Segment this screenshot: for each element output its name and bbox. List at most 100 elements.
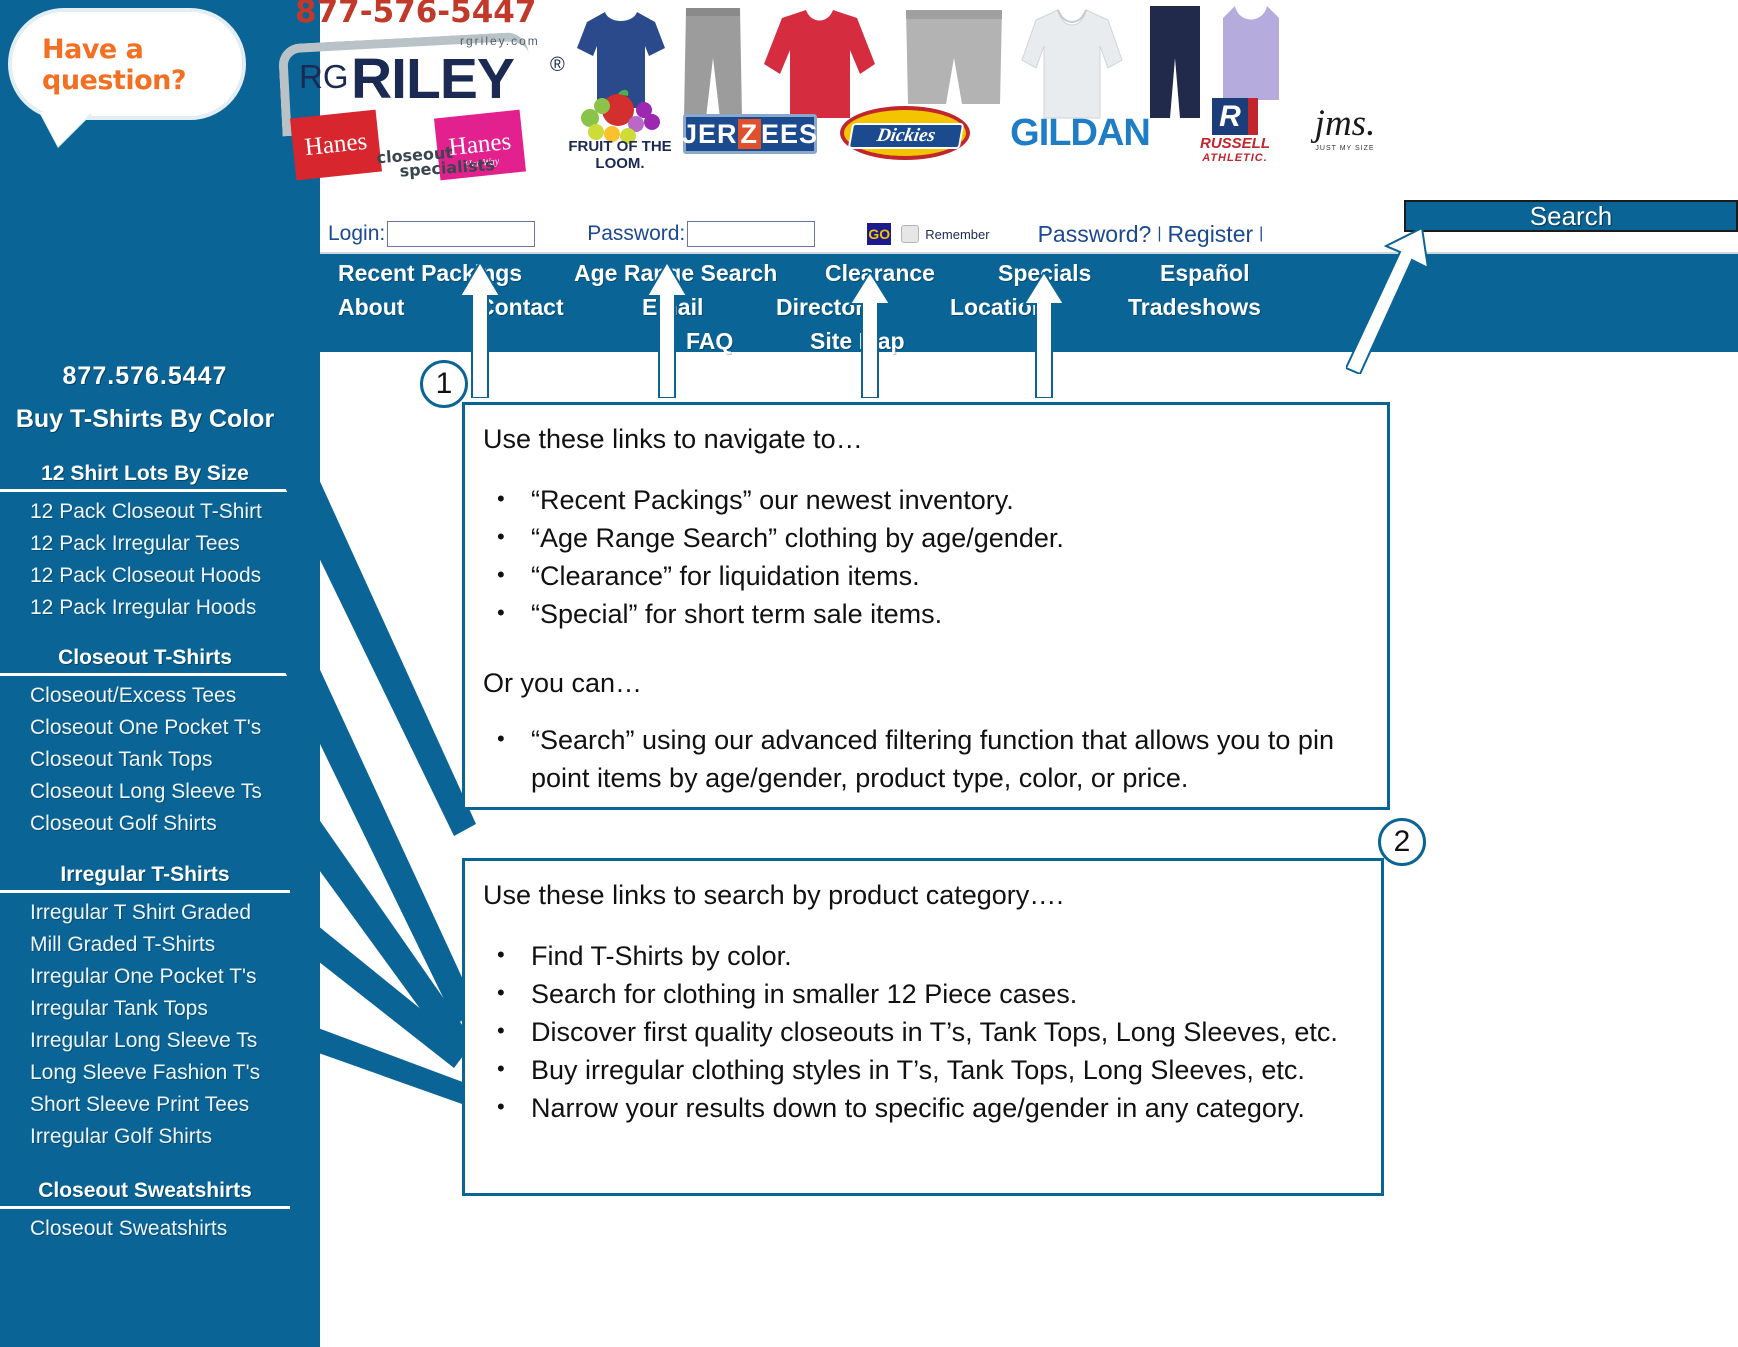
sidebar-link[interactable]: Closeout Long Sleeve Ts [0,776,290,808]
jerzees-label: JER Z EES [681,118,819,149]
speech-bubble-tail-icon [40,112,92,146]
callout-1-lead: Use these links to navigate to… [483,424,863,454]
go-button[interactable]: GO [867,223,892,245]
callout-box-2: Use these links to search by product cat… [462,858,1384,1196]
gildan-label: GILDAN [1010,111,1151,154]
login-label: Login: [328,222,386,245]
hanes-label: Hanes [303,127,369,162]
arrow-to-clearance [848,272,892,398]
sidebar-link[interactable]: 12 Pack Closeout T-Shirt [0,496,290,528]
sidebar-link[interactable]: Short Sleeve Print Tees [0,1089,290,1121]
hanes-logo: Hanes [289,109,383,181]
sidebar-link[interactable]: Closeout/Excess Tees [0,680,290,712]
register-link[interactable]: Register [1168,221,1254,248]
grey-sweatpants-image [680,6,746,121]
sidebar-link[interactable]: Closeout Sweatshirts [0,1213,290,1245]
just-my-size-logo: jms. JUST MY SIZE [1295,96,1395,158]
sidebar-group-heading: Irregular T-Shirts [0,863,290,893]
callout-1-bullet-list-2: “Search” using our advanced filtering fu… [483,720,1387,759]
dickies-logo: Dickies [840,106,970,160]
gildan-logo: GILDAN [990,112,1170,154]
arrow-to-search-button [1346,228,1430,374]
nav-link-faq[interactable]: FAQ [686,328,733,355]
logo-riley-text: RILEY [351,47,515,111]
sidebar-link[interactable]: 12 Pack Irregular Tees [0,528,290,560]
sidebar-link[interactable]: Closeout Golf Shirts [0,808,290,840]
sidebar-group-1: Closeout T-Shirts Closeout/Excess Tees Clo… [0,646,290,840]
callout-badge-2: 2 [1378,818,1426,866]
arrow-to-specials [1022,272,1066,398]
sidebar-group-3: Closeout Sweatshirts Closeout Sweatshirts [0,1179,290,1245]
sidebar-group-heading: Closeout Sweatshirts [0,1179,290,1209]
sidebar-link[interactable]: Long Sleeve Fashion T's [0,1057,290,1089]
callout-box-1: Use these links to navigate to… “Recent … [462,402,1390,810]
sidebar-link[interactable]: Mill Graded T-Shirts [0,929,290,961]
nav-link-español[interactable]: Español [1160,260,1249,287]
sidebar-link[interactable]: 12 Pack Irregular Hoods [0,592,290,624]
callout-1-bullet: “Recent Packings” our newest inventory. [483,480,1387,519]
dickies-label: Dickies [875,125,937,146]
sidebar-link[interactable]: Irregular Golf Shirts [0,1121,290,1153]
arrow-to-irregular-long-sleeve [280,1020,470,1110]
fruit-of-the-loom-logo: FRUIT OF THE LOOM. [560,88,680,172]
callout-2-bullet: Search for clothing in smaller 12 Piece … [483,974,1381,1013]
sidebar-phone-number: 877.576.5447 [62,362,228,390]
search-button[interactable]: Search [1404,200,1738,232]
white-hoodie-image [1020,4,1124,124]
login-separator-1: | [1157,225,1162,242]
callout-2-bullet: Buy irregular clothing styles in T’s, Ta… [483,1050,1381,1089]
have-a-question-bubble[interactable]: Have a question? [8,8,246,120]
dickies-inner-badge: Dickies [847,123,965,149]
callout-2-lead: Use these links to search by product cat… [483,880,1064,910]
sidebar-link[interactable]: 12 Pack Closeout Hoods [0,560,290,592]
have-question-line2: question? [42,65,187,96]
logo-rg-text: RG [299,58,349,95]
password-input[interactable] [687,221,816,247]
callout-1-bullet: “Age Range Search” clothing by age/gende… [483,518,1387,557]
remember-checkbox[interactable] [901,225,920,243]
registered-trademark-icon: ® [550,54,565,76]
callout-2-body: Use these links to search by product cat… [465,861,1381,1127]
russell-athletic-logo: R RUSSELL ATHLETIC. [1190,98,1280,164]
sidebar-group-heading: Closeout T-Shirts [0,646,290,676]
sidebar-group-0: 12 Shirt Lots By Size 12 Pack Closeout T-… [0,462,290,624]
callout-2-bullet-list: Find T-Shirts by color.Search for clothi… [483,936,1381,1127]
sidebar-link[interactable]: Irregular Tank Tops [0,993,290,1025]
sidebar-group-heading: 12 Shirt Lots By Size [0,462,290,492]
callout-1-lead-2: Or you can… [483,668,643,698]
have-question-line1: Have a [42,34,144,65]
callout-1-bullet: “Search” using our advanced filtering fu… [483,720,1387,759]
jerzees-logo: JER Z EES [681,114,819,154]
jms-label: jms. [1314,103,1376,144]
callout-badge-1: 1 [420,360,468,408]
russell-label-top: RUSSELL [1199,135,1270,152]
have-a-question-text: Have a question? [42,34,187,96]
rg-riley-logo[interactable]: rgriley.com RG RILEY ® Hanes Hanes Her W… [277,18,585,181]
sidebar-title-buy-tshirts-by-color[interactable]: Buy T-Shirts By Color [0,405,290,434]
fruit-of-the-loom-label: FRUIT OF THE LOOM. [568,138,672,172]
callout-1-bullet: “Special” for short term sale items. [483,594,1387,633]
sidebar-link[interactable]: Irregular Long Sleeve Ts [0,1025,290,1057]
callout-1-continuation: point items by age/gender, product type,… [531,763,1189,793]
sidebar-link[interactable]: Closeout One Pocket T's [0,712,290,744]
password-recovery-link[interactable]: Password? [1038,221,1152,248]
jms-sub-label: JUST MY SIZE [1315,145,1375,152]
login-input[interactable] [387,221,536,247]
nav-link-about[interactable]: About [338,294,404,321]
closeout-specialists-tagline: closeout specialists [376,142,498,181]
sidebar-link[interactable]: Irregular One Pocket T's [0,961,290,993]
russell-label-bottom: ATHLETIC. [1202,152,1268,164]
red-sweatshirt-image [762,6,877,124]
callout-1-body: Use these links to navigate to… “Recent … [465,405,1387,797]
callout-2-bullet: Discover first quality closeouts in T’s,… [483,1012,1381,1051]
remember-label: Remember [925,226,990,242]
grey-shorts-image [900,8,1008,108]
lavender-tank-image [1215,4,1287,104]
nav-link-tradeshows[interactable]: Tradeshows [1128,294,1261,321]
callout-1-bullet-list: “Recent Packings” our newest inventory.“… [483,480,1387,633]
callout-2-bullet: Find T-Shirts by color. [483,936,1381,975]
login-separator-2: | [1259,225,1264,242]
sidebar-link[interactable]: Irregular T Shirt Graded [0,897,290,929]
callout-2-bullet: Narrow your results down to specific age… [483,1088,1381,1127]
sidebar-link[interactable]: Closeout Tank Tops [0,744,290,776]
